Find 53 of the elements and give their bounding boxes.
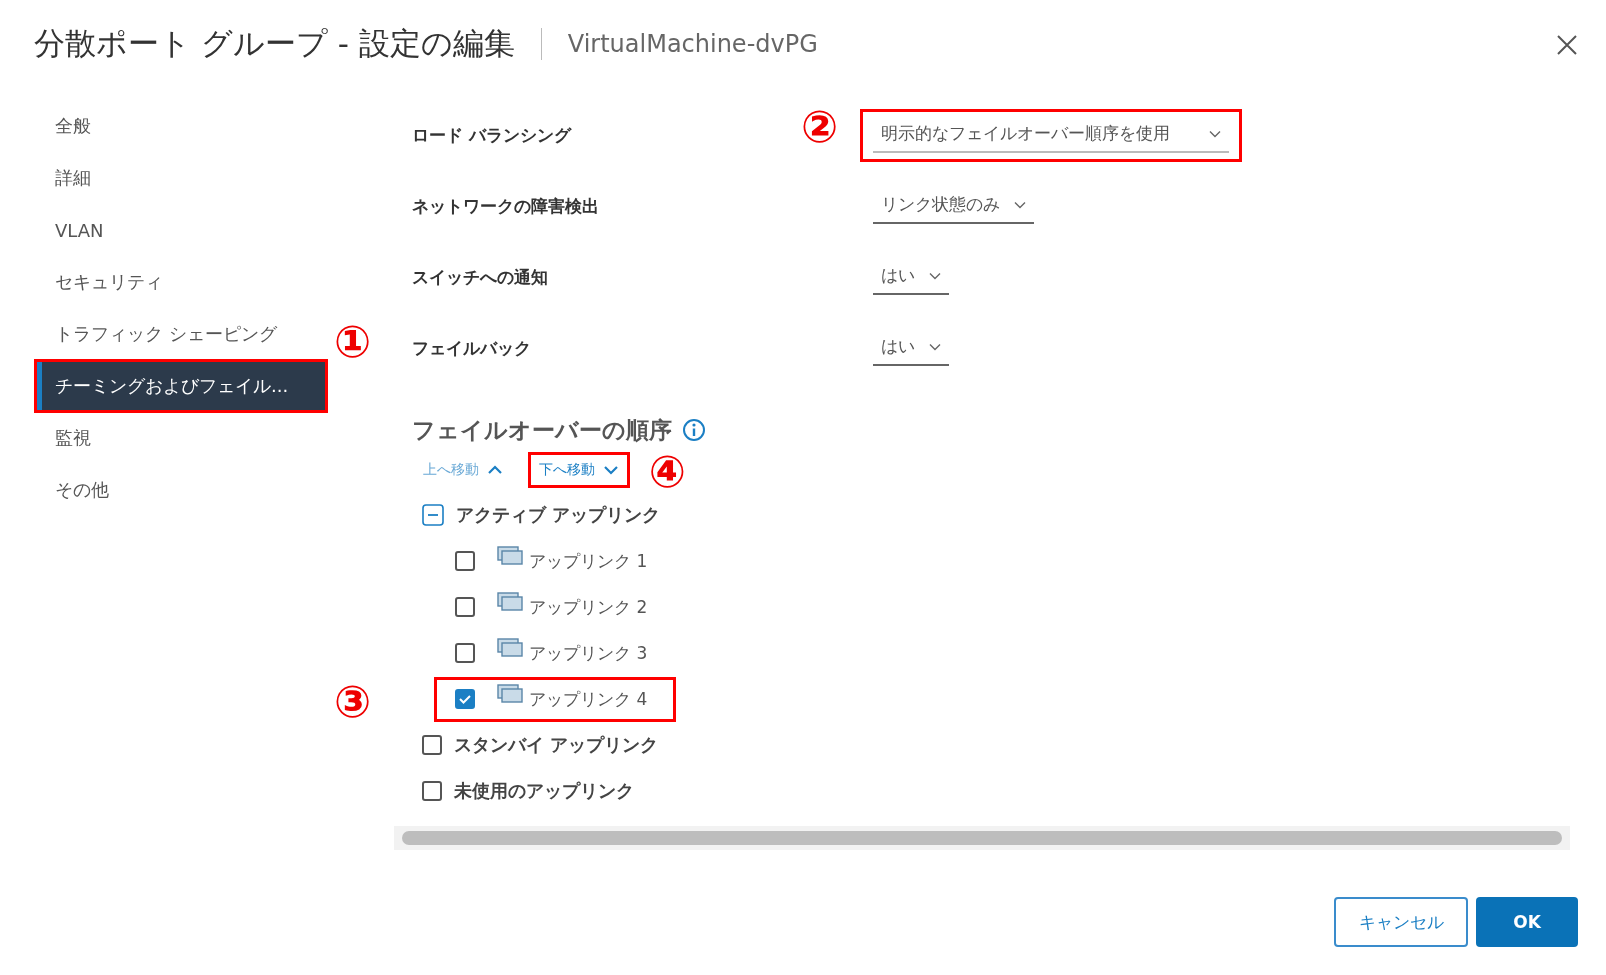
network-card-icon bbox=[497, 546, 523, 566]
sidebar-item[interactable]: 監視 bbox=[34, 411, 328, 465]
uplink-label: アップリンク 3 bbox=[529, 641, 648, 665]
checkbox[interactable] bbox=[422, 735, 442, 755]
sidebar-item[interactable]: 詳細 bbox=[34, 151, 328, 205]
checkbox[interactable] bbox=[455, 643, 475, 663]
sidebar-item[interactable]: チーミングおよびフェイル... bbox=[34, 359, 328, 413]
dialog-title: 分散ポート グループ - 設定の編集 bbox=[34, 24, 515, 63]
network-card-icon bbox=[497, 592, 523, 612]
setting-label: フェイルバック bbox=[412, 338, 531, 358]
chevron-down-icon bbox=[929, 342, 941, 351]
network-card-icon bbox=[497, 684, 523, 704]
dropdown[interactable]: はい bbox=[873, 331, 949, 366]
sidebar-item[interactable]: その他 bbox=[34, 463, 328, 517]
dropdown[interactable]: リンク状態のみ bbox=[873, 189, 1034, 224]
setting-label: スイッチへの通知 bbox=[412, 267, 548, 287]
sidebar-item[interactable]: 全般 bbox=[34, 99, 328, 153]
callout-number: ③ bbox=[334, 680, 372, 724]
collapse-icon[interactable] bbox=[422, 504, 444, 526]
uplink-label: アップリンク 2 bbox=[529, 595, 648, 619]
setting-label: ロード バランシング bbox=[412, 125, 571, 145]
chevron-down-icon bbox=[1209, 129, 1221, 138]
checkbox[interactable] bbox=[455, 597, 475, 617]
chevron-down-icon bbox=[929, 271, 941, 280]
chevron-up-icon bbox=[487, 465, 503, 475]
group-label: 未使用のアップリンク bbox=[454, 779, 634, 803]
sidebar-item[interactable]: トラフィック シェーピング bbox=[34, 307, 328, 361]
dropdown[interactable]: 明示的なフェイルオーバー順序を使用 bbox=[873, 118, 1229, 153]
checkbox[interactable] bbox=[422, 781, 442, 801]
chevron-down-icon bbox=[1014, 200, 1026, 209]
callout-number: ② bbox=[801, 105, 839, 149]
dropdown[interactable]: はい bbox=[873, 260, 949, 295]
info-icon[interactable] bbox=[682, 418, 706, 442]
check-icon bbox=[458, 694, 472, 704]
sidebar-item[interactable]: VLAN bbox=[34, 203, 328, 257]
checkbox[interactable] bbox=[455, 689, 475, 709]
sidebar-item[interactable]: セキュリティ bbox=[34, 255, 328, 309]
uplink-label: アップリンク 4 bbox=[529, 687, 648, 711]
close-icon[interactable] bbox=[1556, 34, 1578, 56]
setting-label: ネットワークの障害検出 bbox=[412, 196, 599, 216]
group-label: アクティブ アップリンク bbox=[456, 503, 661, 527]
ok-button[interactable]: OK bbox=[1476, 897, 1578, 947]
scrollbar[interactable] bbox=[402, 831, 1562, 845]
network-card-icon bbox=[497, 638, 523, 658]
uplink-label: アップリンク 1 bbox=[529, 549, 648, 573]
cancel-button[interactable]: キャンセル bbox=[1334, 897, 1468, 947]
chevron-down-icon bbox=[603, 465, 619, 475]
dialog-subtitle: VirtualMachine-dvPG bbox=[567, 30, 818, 58]
callout-number: ④ bbox=[648, 450, 686, 494]
section-heading: フェイルオーバーの順序 bbox=[412, 415, 672, 445]
callout-number: ① bbox=[334, 320, 372, 364]
checkbox[interactable] bbox=[455, 551, 475, 571]
group-label: スタンバイ アップリンク bbox=[454, 733, 659, 757]
